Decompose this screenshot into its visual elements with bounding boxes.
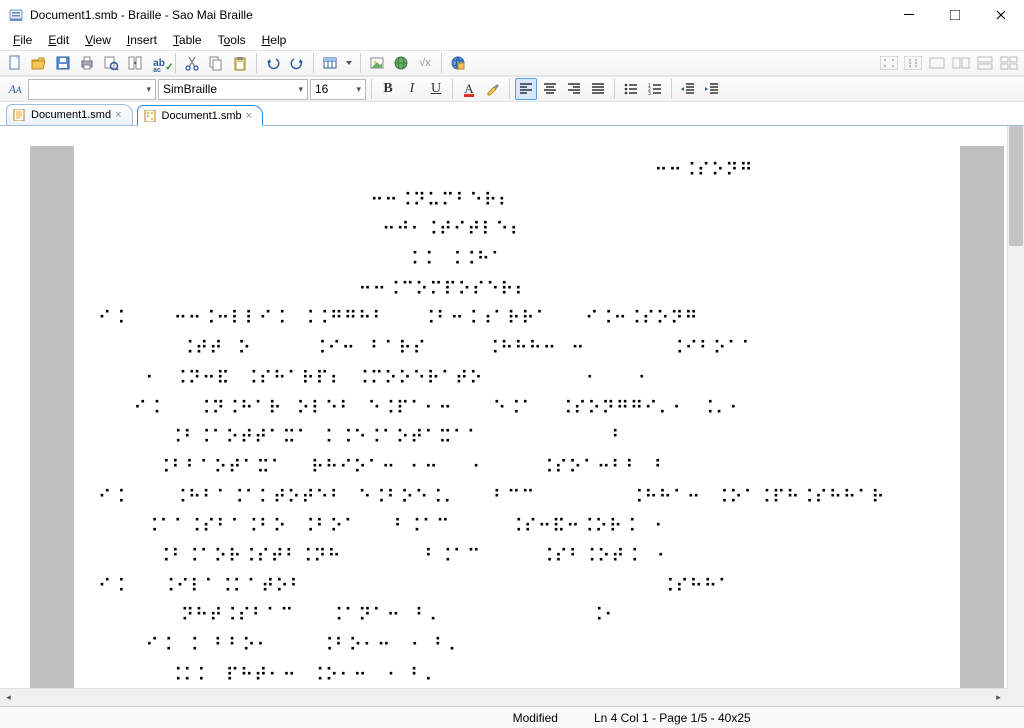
menubar: File Edit View Insert Table Tools Help [0, 30, 1024, 50]
equation-button[interactable]: √x [414, 52, 436, 74]
outdent-button[interactable] [677, 78, 699, 100]
menu-view[interactable]: View [77, 31, 119, 49]
translate-button[interactable] [124, 52, 146, 74]
app-icon [8, 7, 24, 23]
view-grid-button[interactable] [998, 52, 1020, 74]
statusbar: Modified Ln 4 Col 1 - Page 1/5 - 40x25 [0, 706, 1024, 728]
save-button[interactable] [52, 52, 74, 74]
print-button[interactable] [76, 52, 98, 74]
window-title: Document1.smb - Braille - Sao Mai Braill… [30, 8, 253, 22]
six-key-2-button[interactable] [902, 52, 924, 74]
horizontal-scrollbar[interactable]: ◂ ▸ [0, 688, 1007, 706]
toolbar-primary: abac✓ √x [0, 50, 1024, 76]
tab-document1-smd[interactable]: Document1.smd × [6, 104, 133, 125]
open-button[interactable] [28, 52, 50, 74]
chevron-down-icon: ▾ [350, 84, 361, 95]
highlight-button[interactable] [482, 78, 504, 100]
chevron-down-icon: ▾ [140, 84, 151, 95]
view-1-button[interactable] [926, 52, 948, 74]
vertical-scrollbar[interactable] [1007, 126, 1024, 688]
status-position: Ln 4 Col 1 - Page 1/5 - 40x25 [584, 711, 761, 725]
menu-edit[interactable]: Edit [40, 31, 77, 49]
align-left-button[interactable] [515, 78, 537, 100]
menu-insert[interactable]: Insert [119, 31, 165, 49]
menu-help[interactable]: Help [254, 31, 295, 49]
document-braille-icon [144, 110, 158, 122]
document-tabbar: Document1.smd × Document1.smb × [0, 102, 1024, 126]
style-combo[interactable]: ▾ [28, 79, 156, 100]
paste-button[interactable] [229, 52, 251, 74]
document-area: ⠒⠒⠨⠎⠕⠝⠛ ⠒⠒⠨⠝⠥⠍⠃⠑⠗⠆ ⠒⠚⠂⠨⠞⠊⠞⠇⠑⠆ ⠨⠨⠀⠨⠨⠓⠁ ⠒⠒… [0, 126, 1024, 706]
underline-button[interactable]: U [425, 78, 447, 100]
web-button[interactable] [447, 52, 469, 74]
page-content[interactable]: ⠒⠒⠨⠎⠕⠝⠛ ⠒⠒⠨⠝⠥⠍⠃⠑⠗⠆ ⠒⠚⠂⠨⠞⠊⠞⠇⠑⠆ ⠨⠨⠀⠨⠨⠓⠁ ⠒⠒… [74, 146, 960, 706]
italic-button[interactable]: I [401, 78, 423, 100]
toolbar-format: AA ▾ SimBraille ▾ 16 ▾ B I U A 123 [0, 76, 1024, 102]
status-modified: Modified [503, 711, 568, 725]
font-value: SimBraille [163, 82, 217, 96]
chevron-down-icon: ▾ [292, 84, 303, 95]
svg-text:3: 3 [648, 91, 651, 97]
number-list-button[interactable]: 123 [644, 78, 666, 100]
view-split-v-button[interactable] [974, 52, 996, 74]
font-combo[interactable]: SimBraille ▾ [158, 79, 308, 100]
print-preview-button[interactable] [100, 52, 122, 74]
tab-close-icon[interactable]: × [115, 109, 121, 121]
scrollbar-corner [1007, 688, 1024, 706]
scroll-right-button[interactable]: ▸ [990, 689, 1007, 706]
titlebar: Document1.smb - Braille - Sao Mai Braill… [0, 0, 1024, 30]
print-formatting-button[interactable]: AA [4, 78, 26, 100]
tab-document1-smb[interactable]: Document1.smb × [137, 105, 264, 126]
align-center-button[interactable] [539, 78, 561, 100]
tab-label: Document1.smb [162, 110, 242, 122]
scroll-left-button[interactable]: ◂ [0, 689, 17, 706]
close-button[interactable] [978, 0, 1024, 30]
new-button[interactable] [4, 52, 26, 74]
undo-button[interactable] [262, 52, 284, 74]
font-color-button[interactable]: A [458, 78, 480, 100]
table-dropdown[interactable] [343, 52, 355, 74]
scrollbar-thumb[interactable] [1009, 126, 1023, 246]
page-margin-left [30, 146, 74, 706]
font-size-combo[interactable]: 16 ▾ [310, 79, 366, 100]
bold-button[interactable]: B [377, 78, 399, 100]
align-justify-button[interactable] [587, 78, 609, 100]
document-text-icon [13, 109, 27, 121]
page-margin-right [960, 146, 1004, 706]
menu-tools[interactable]: Tools [210, 31, 254, 49]
tab-close-icon[interactable]: × [246, 110, 252, 122]
cut-button[interactable] [181, 52, 203, 74]
redo-button[interactable] [286, 52, 308, 74]
six-key-button[interactable] [878, 52, 900, 74]
bullet-list-button[interactable] [620, 78, 642, 100]
picture-button[interactable] [366, 52, 388, 74]
menu-table[interactable]: Table [165, 31, 210, 49]
align-right-button[interactable] [563, 78, 585, 100]
minimize-button[interactable] [886, 0, 932, 30]
view-split-h-button[interactable] [950, 52, 972, 74]
maximize-button[interactable] [932, 0, 978, 30]
copy-button[interactable] [205, 52, 227, 74]
menu-file[interactable]: File [5, 31, 40, 49]
spellcheck-button[interactable]: abac✓ [148, 52, 170, 74]
font-size-value: 16 [315, 82, 328, 96]
table-button[interactable] [319, 52, 341, 74]
link-button[interactable] [390, 52, 412, 74]
tab-label: Document1.smd [31, 109, 111, 121]
indent-button[interactable] [701, 78, 723, 100]
